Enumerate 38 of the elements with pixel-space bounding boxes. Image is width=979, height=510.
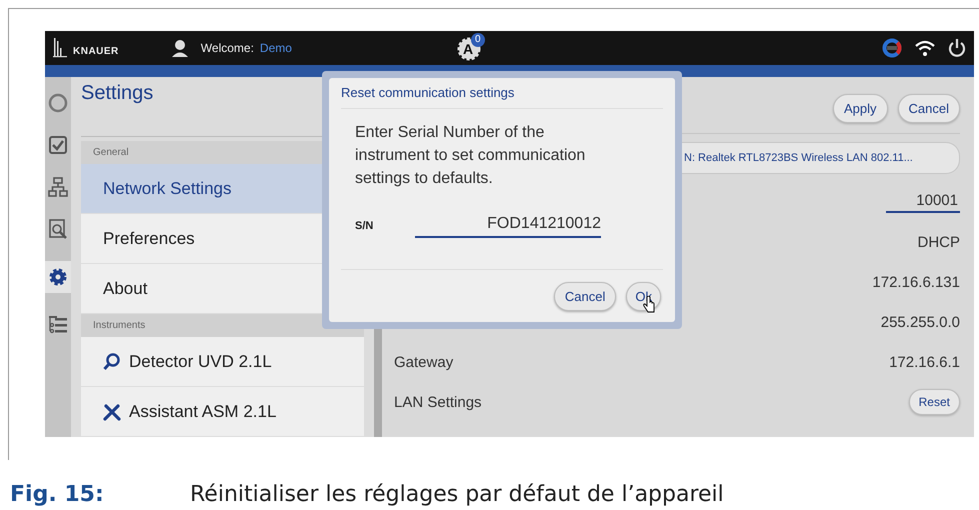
setting-label: Gateway xyxy=(394,354,454,370)
action-button[interactable]: Cancel xyxy=(898,94,960,122)
tools-icon xyxy=(103,402,121,420)
count-badge: 0 xyxy=(471,33,485,47)
menu-item[interactable]: Detector UVD 2.1L xyxy=(81,337,364,387)
serial-number-field[interactable]: FOD141210012 xyxy=(415,214,601,238)
section-header: Instruments xyxy=(81,314,364,337)
setting-value: 255.255.0.0 xyxy=(880,314,960,330)
action-button[interactable]: Apply xyxy=(833,94,888,122)
page-title: Settings xyxy=(81,82,154,105)
dialog-title: Reset communication settings xyxy=(341,78,663,109)
flowchart-icon[interactable] xyxy=(48,177,68,197)
ring-icon[interactable] xyxy=(48,93,68,113)
gear-letter: A xyxy=(463,41,474,57)
document-search-icon[interactable] xyxy=(48,219,68,239)
setting-value: 172.16.6.1 xyxy=(889,354,960,370)
port-field[interactable]: 10001 xyxy=(886,192,960,212)
checkbox-icon[interactable] xyxy=(48,135,68,155)
welcome-label: Welcome: xyxy=(200,41,254,55)
bar-graph-icon xyxy=(53,38,67,58)
setting-value: DHCP xyxy=(917,234,960,250)
menu-item[interactable]: Assistant ASM 2.1L xyxy=(81,387,364,437)
gear-icon[interactable] xyxy=(48,267,68,287)
setting-value: 172.16.6.131 xyxy=(872,274,960,290)
wifi-icon[interactable] xyxy=(914,39,936,57)
search-icon xyxy=(103,352,121,370)
user-icon xyxy=(170,39,189,57)
reset-button[interactable]: Reset xyxy=(908,389,960,415)
user-name[interactable]: Demo xyxy=(260,41,292,55)
list-icon[interactable] xyxy=(48,315,68,335)
setting-label: LAN Settings xyxy=(394,394,482,410)
figure-caption: Réinitialiser les réglages par défaut de l’appareil xyxy=(190,482,724,507)
dialog-button[interactable]: Cancel xyxy=(554,282,616,310)
status-ring-icon[interactable] xyxy=(882,38,902,58)
power-icon[interactable] xyxy=(948,38,966,58)
adapter-dropdown[interactable]: N: Realtek RTL8723BS Wireless LAN 802.11... xyxy=(682,142,960,174)
logo-text: KNAUER xyxy=(73,46,119,56)
figure-number: Fig. 15: xyxy=(10,482,105,507)
